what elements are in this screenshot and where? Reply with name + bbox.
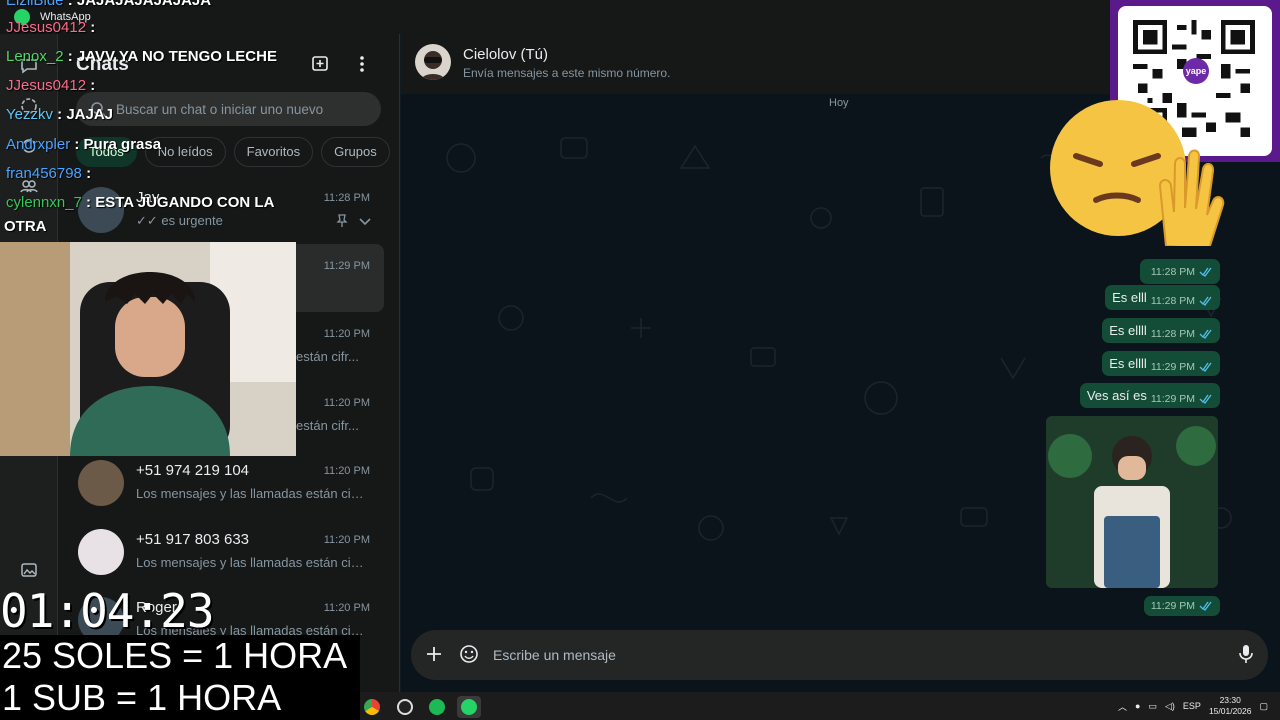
subathon-timer: 01:04:23	[0, 584, 215, 638]
chat-message: cylennxn_7 : ESTA JUGANDO CON LA	[6, 194, 275, 211]
chat-preview: ✓✓ es urgente	[136, 213, 223, 228]
chat-preview: Los mensajes y las llamadas están cifr..…	[136, 486, 366, 501]
media-icon[interactable]	[19, 560, 39, 580]
webcam-overlay	[0, 242, 296, 456]
message-composer	[411, 630, 1268, 680]
message-text: Es elll	[1112, 290, 1147, 305]
chat-time: 11:20 PM	[323, 328, 370, 340]
clock-time: 23:30	[1219, 695, 1241, 705]
system-tray: ︿ ● ▭ ◁) ESP 23:30 15/01/2026 ▢	[1118, 692, 1268, 720]
chrome-icon[interactable]	[360, 696, 384, 718]
outgoing-message[interactable]: Es ellll 11:28 PM	[1102, 318, 1220, 343]
search-input[interactable]	[116, 92, 371, 126]
message-time: 11:29 PM	[1150, 392, 1195, 405]
double-check-icon	[1199, 296, 1212, 306]
message-time: 11:28 PM	[1150, 265, 1195, 278]
chat-name: +51 974 219 104	[136, 462, 250, 479]
yape-logo: yape	[1183, 58, 1209, 84]
chat-time: 11:29 PM	[323, 260, 370, 272]
double-check-icon	[1199, 267, 1212, 277]
menu-dots-icon[interactable]	[354, 54, 370, 74]
outgoing-message[interactable]: 11:28 PM	[1139, 259, 1220, 284]
message-input[interactable]	[493, 630, 1213, 680]
chat-row[interactable]: +51 974 219 104 Los mensajes y las llama…	[68, 449, 384, 517]
input-language[interactable]: ESP	[1183, 701, 1201, 711]
whatsapp-icon[interactable]	[457, 696, 481, 718]
chat-message-wrap: OTRA	[4, 218, 47, 235]
chat-row[interactable]: +51 917 803 633 Los mensajes y las llama…	[68, 518, 384, 586]
chevron-down-icon[interactable]	[358, 214, 372, 228]
double-check-icon	[1199, 329, 1212, 339]
chat-preview: están cifr...	[296, 349, 359, 364]
outgoing-message[interactable]: Es elll 11:28 PM	[1105, 285, 1220, 310]
network-icon[interactable]: ▭	[1148, 701, 1157, 712]
obs-icon[interactable]	[393, 696, 417, 718]
sticker-emoji-icon[interactable]	[459, 644, 479, 664]
message-time: 11:29 PM	[1150, 600, 1195, 612]
avatar	[78, 460, 124, 506]
chat-message: Andrxpler : Pura grasa	[6, 136, 162, 153]
notifications-icon[interactable]: ▢	[1259, 701, 1268, 712]
chat-time: 11:20 PM	[323, 534, 370, 546]
chevron-up-icon[interactable]: ︿	[1118, 700, 1127, 713]
outgoing-message[interactable]: Es ellll 11:29 PM	[1102, 351, 1220, 376]
spotify-icon[interactable]	[425, 696, 449, 718]
avatar	[78, 529, 124, 575]
chat-time: 11:20 PM	[323, 465, 370, 477]
chat-preview: Los mensajes y las llamadas están cifr..…	[136, 555, 366, 570]
search-bar	[76, 92, 381, 126]
attach-plus-icon[interactable]	[425, 645, 443, 663]
day-separator: Hoy	[821, 94, 857, 112]
clock-date: 15/01/2026	[1208, 706, 1252, 716]
outgoing-message[interactable]: Ves así es 11:29 PM	[1079, 383, 1220, 408]
promo-line-1: 25 SOLES = 1 HORA	[0, 635, 360, 677]
pin-icon	[336, 214, 348, 228]
photo-thumbnail	[1046, 416, 1218, 588]
double-check-icon	[1199, 601, 1212, 611]
message-time: 11:28 PM	[1150, 294, 1195, 307]
contact-subtitle: Envía mensajes a este mismo número.	[463, 66, 671, 80]
chat-message: fran456798 :	[6, 165, 92, 182]
whatsapp-desktop-window: WhatsApp Chats Buscar un chat o iniciar …	[0, 0, 1280, 720]
promo-line-2: 1 SUB = 1 HORA	[0, 677, 360, 720]
new-chat-icon[interactable]	[310, 54, 332, 74]
filter-groups[interactable]: Grupos	[321, 137, 390, 167]
chat-name: +51 917 803 633	[136, 531, 250, 548]
chat-time: 11:20 PM	[323, 602, 370, 614]
message-text: Es ellll	[1109, 323, 1147, 338]
image-message-meta: 11:29 PM	[1143, 596, 1220, 616]
image-message[interactable]	[1046, 416, 1218, 588]
microphone-icon[interactable]	[1238, 644, 1254, 664]
clock[interactable]: 23:30 15/01/2026	[1209, 695, 1252, 717]
pensive-face-icon	[1050, 100, 1225, 251]
chat-time: 11:20 PM	[323, 397, 370, 409]
filter-favorites[interactable]: Favoritos	[233, 137, 314, 167]
chat-message: EizllBlde : JAJAJAJAJAJAJA	[6, 0, 212, 9]
chat-preview: están cifr...	[296, 418, 359, 433]
message-text: Es ellll	[1109, 356, 1147, 371]
double-check-icon	[1199, 394, 1212, 404]
contact-name: Cielolov (Tú)	[463, 46, 549, 63]
chat-time: 11:28 PM	[323, 192, 370, 204]
chat-message: JJesus0412 :	[6, 77, 96, 94]
volume-icon[interactable]: ◁)	[1165, 701, 1175, 712]
double-check-icon: ✓✓	[136, 213, 162, 228]
chat-message: Yezzkv : JAJAJ	[6, 106, 114, 123]
emoji-overlay	[1046, 96, 1226, 251]
microphone-tray-icon[interactable]: ●	[1135, 701, 1140, 711]
chat-message: JJesus0412 :	[6, 19, 96, 36]
message-time: 11:28 PM	[1150, 327, 1195, 340]
streamer-webcam	[0, 242, 296, 456]
contact-avatar[interactable]	[415, 44, 451, 80]
double-check-icon	[1199, 362, 1212, 372]
message-text: Ves así es	[1086, 388, 1147, 403]
message-time: 11:29 PM	[1150, 360, 1195, 373]
chat-message: Lenox_2 : JAVV YA NO TENGO LECHE	[6, 48, 277, 65]
